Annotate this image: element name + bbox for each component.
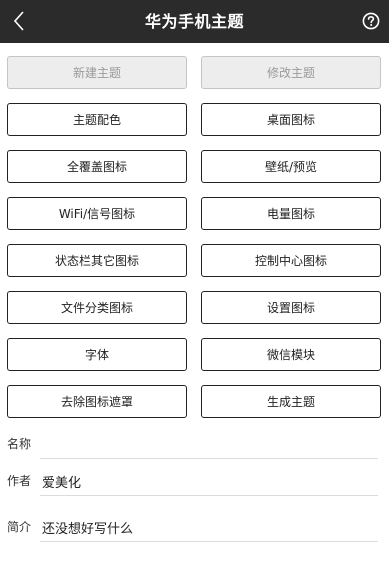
intro-row: 简介 还没想好写什么 <box>7 512 383 542</box>
control-center-icons-button[interactable]: 控制中心图标 <box>201 244 381 277</box>
title-bar: 华为手机主题 <box>0 0 389 43</box>
wechat-module-button[interactable]: 微信模块 <box>201 338 381 371</box>
chevron-left-icon <box>13 11 24 31</box>
new-theme-button[interactable]: 新建主题 <box>7 56 187 89</box>
file-category-icons-button[interactable]: 文件分类图标 <box>7 291 187 324</box>
font-button[interactable]: 字体 <box>7 338 187 371</box>
wifi-signal-icons-button[interactable]: WiFi/信号图标 <box>7 197 187 230</box>
battery-icons-button[interactable]: 电量图标 <box>201 197 381 230</box>
status-bar-other-icons-button[interactable]: 状态栏其它图标 <box>7 244 187 277</box>
desktop-icons-button[interactable]: 桌面图标 <box>201 103 381 136</box>
author-label: 作者 <box>7 474 32 488</box>
theme-color-button[interactable]: 主题配色 <box>7 103 187 136</box>
settings-icons-button[interactable]: 设置图标 <box>201 291 381 324</box>
name-row: 名称 <box>7 429 383 459</box>
name-label: 名称 <box>7 437 32 451</box>
intro-label: 简介 <box>7 520 32 534</box>
back-button[interactable] <box>6 5 32 37</box>
name-field[interactable] <box>40 429 378 459</box>
action-button-grid: 新建主题 修改主题 主题配色 桌面图标 全覆盖图标 壁纸/预览 WiFi/信号图… <box>7 56 383 418</box>
wallpaper-preview-button[interactable]: 壁纸/预览 <box>201 150 381 183</box>
edit-theme-button[interactable]: 修改主题 <box>201 56 381 89</box>
remove-icon-mask-button[interactable]: 去除图标遮罩 <box>7 385 187 418</box>
author-field[interactable]: 爱美化 <box>40 466 378 496</box>
author-row: 作者 爱美化 <box>7 466 383 496</box>
full-cover-icons-button[interactable]: 全覆盖图标 <box>7 150 187 183</box>
intro-field[interactable]: 还没想好写什么 <box>40 512 378 542</box>
help-circle-icon <box>362 12 380 30</box>
page-title: 华为手机主题 <box>144 12 244 31</box>
help-button[interactable] <box>361 11 381 31</box>
generate-theme-button[interactable]: 生成主题 <box>201 385 381 418</box>
